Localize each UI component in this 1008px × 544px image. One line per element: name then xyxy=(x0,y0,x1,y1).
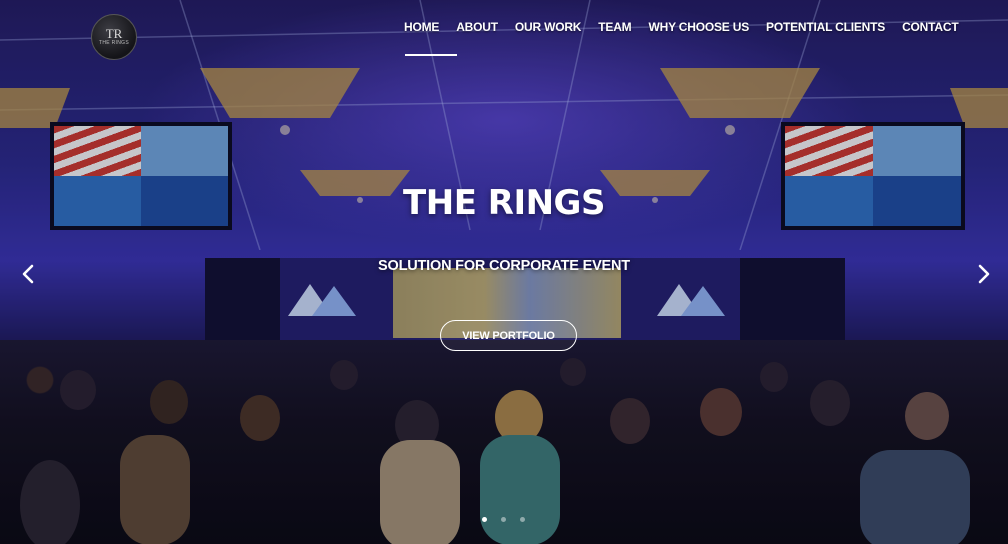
nav-item-team[interactable]: TEAM xyxy=(598,20,631,38)
nav-item-our-work[interactable]: OUR WORK xyxy=(515,20,582,38)
hero-subtitle: SOLUTION FOR CORPORATE EVENT xyxy=(378,258,630,274)
chevron-left-icon xyxy=(22,264,34,284)
logo-subtext: THE RINGS xyxy=(99,40,129,46)
nav-item-about[interactable]: ABOUT xyxy=(456,20,498,38)
slider-dot-3[interactable] xyxy=(520,517,525,522)
slider-next-button[interactable] xyxy=(972,260,996,288)
main-navigation: HOME ABOUT OUR WORK TEAM WHY CHOOSE US P… xyxy=(404,20,959,38)
chevron-right-icon xyxy=(978,264,990,284)
hero-title: THE RINGS xyxy=(403,183,605,223)
slider-dot-2[interactable] xyxy=(501,517,506,522)
brand-logo[interactable]: TR THE RINGS xyxy=(91,14,137,60)
nav-item-home[interactable]: HOME xyxy=(404,20,439,38)
logo-mark: TR xyxy=(105,26,123,41)
view-portfolio-button[interactable]: VIEW PORTFOLIO xyxy=(440,320,577,351)
hero-slider: TR THE RINGS HOME ABOUT OUR WORK TEAM WH… xyxy=(0,0,1008,544)
nav-item-potential-clients[interactable]: POTENTIAL CLIENTS xyxy=(766,20,885,38)
slider-prev-button[interactable] xyxy=(16,260,40,288)
nav-active-indicator xyxy=(405,54,457,56)
slider-dot-1[interactable] xyxy=(482,517,487,522)
nav-item-contact[interactable]: CONTACT xyxy=(902,20,959,38)
nav-item-why-choose-us[interactable]: WHY CHOOSE US xyxy=(648,20,749,38)
slider-pagination xyxy=(482,517,539,522)
